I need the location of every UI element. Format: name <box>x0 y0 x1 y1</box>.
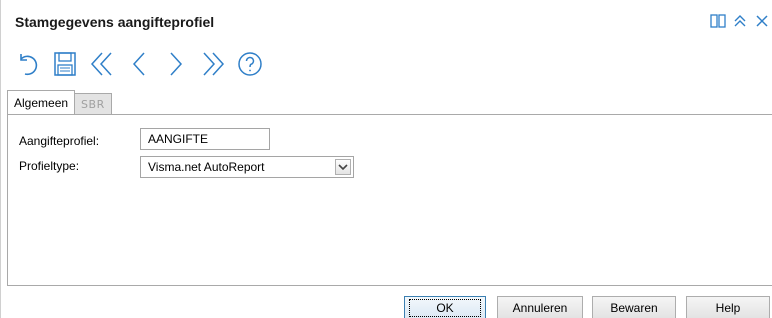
cancel-button[interactable]: Annuleren <box>497 296 583 318</box>
profile-type-value: Visma.net AutoReport <box>148 160 265 174</box>
tab-strip: Algemeen SBR <box>7 90 112 114</box>
first-record-icon[interactable] <box>83 44 120 84</box>
profile-input[interactable]: AANGIFTE <box>140 128 270 150</box>
tab-sbr[interactable]: SBR <box>74 93 112 114</box>
help-icon[interactable] <box>231 44 268 84</box>
title-bar: Stamgegevens aangifteprofiel <box>1 0 772 40</box>
collapse-up-icon[interactable] <box>729 11 751 31</box>
profile-type-select[interactable]: Visma.net AutoReport <box>140 156 354 178</box>
panels-icon[interactable] <box>707 11 729 31</box>
title-bar-controls <box>707 11 772 31</box>
save-button[interactable]: Bewaren <box>592 296 676 318</box>
tab-algemeen[interactable]: Algemeen <box>7 90 76 114</box>
profile-label: Aangifteprofiel: <box>19 134 100 148</box>
ok-button-label: OK <box>409 299 481 317</box>
profile-type-label: Profieltype: <box>19 159 80 173</box>
window-title: Stamgegevens aangifteprofiel <box>15 14 215 30</box>
toolbar <box>9 44 268 84</box>
save-icon[interactable] <box>46 44 83 84</box>
chevron-down-icon[interactable] <box>335 159 351 175</box>
help-button[interactable]: Help <box>686 296 770 318</box>
next-record-icon[interactable] <box>157 44 194 84</box>
tab-panel-algemeen: Aangifteprofiel: AANGIFTE Profieltype: V… <box>7 114 772 286</box>
close-icon[interactable] <box>751 11 772 31</box>
last-record-icon[interactable] <box>194 44 231 84</box>
previous-record-icon[interactable] <box>120 44 157 84</box>
ok-button[interactable]: OK <box>404 296 486 318</box>
dialog-window: Stamgegevens aangifteprofiel Algemeen SB… <box>0 0 772 318</box>
undo-icon[interactable] <box>9 44 46 84</box>
